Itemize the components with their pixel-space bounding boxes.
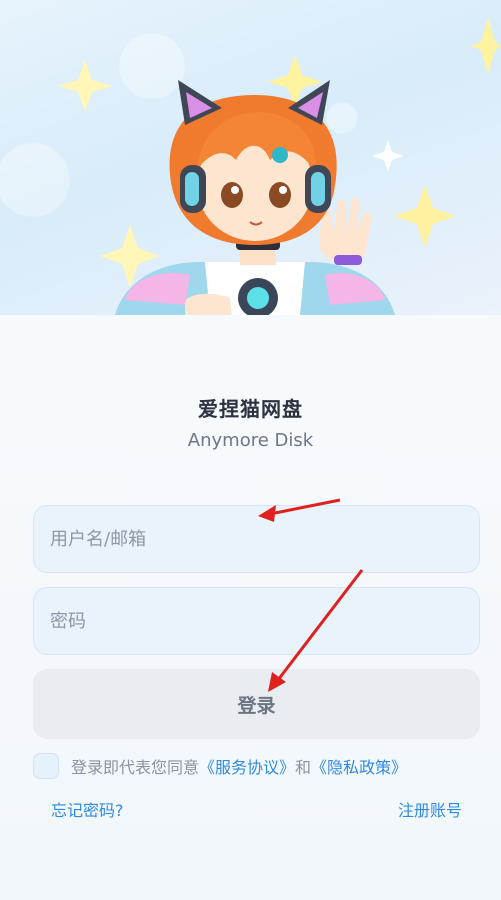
sparkle-icon: [372, 140, 404, 172]
bubble-icon: [0, 143, 70, 217]
hero-illustration: [0, 18, 501, 315]
app-subtitle: Anymore Disk: [187, 430, 314, 451]
privacy-policy-link[interactable]: 《隐私政策》: [311, 754, 407, 778]
username-input[interactable]: [33, 505, 480, 573]
bubble-icon: [326, 102, 358, 134]
app-title: 爱捏猫网盘: [198, 397, 303, 421]
password-input[interactable]: [33, 587, 480, 655]
bubble-icon: [119, 33, 185, 99]
agreement-conjunction: 和: [295, 758, 312, 777]
register-link[interactable]: 注册账号: [398, 797, 462, 821]
sparkle-icon: [394, 185, 456, 248]
agreement-prefix: 登录即代表您同意: [71, 758, 200, 777]
agreement-row: 登录即代表您同意 《服务协议》 和 《隐私政策》: [33, 751, 407, 781]
hero-banner: [0, 0, 501, 315]
agreement-checkbox[interactable]: [33, 753, 59, 779]
service-agreement-link[interactable]: 《服务协议》: [199, 754, 295, 778]
login-button[interactable]: 登录: [33, 669, 480, 739]
sparkle-icon: [470, 18, 501, 74]
sparkle-icon: [58, 60, 112, 112]
forgot-password-link[interactable]: 忘记密码?: [51, 797, 124, 821]
